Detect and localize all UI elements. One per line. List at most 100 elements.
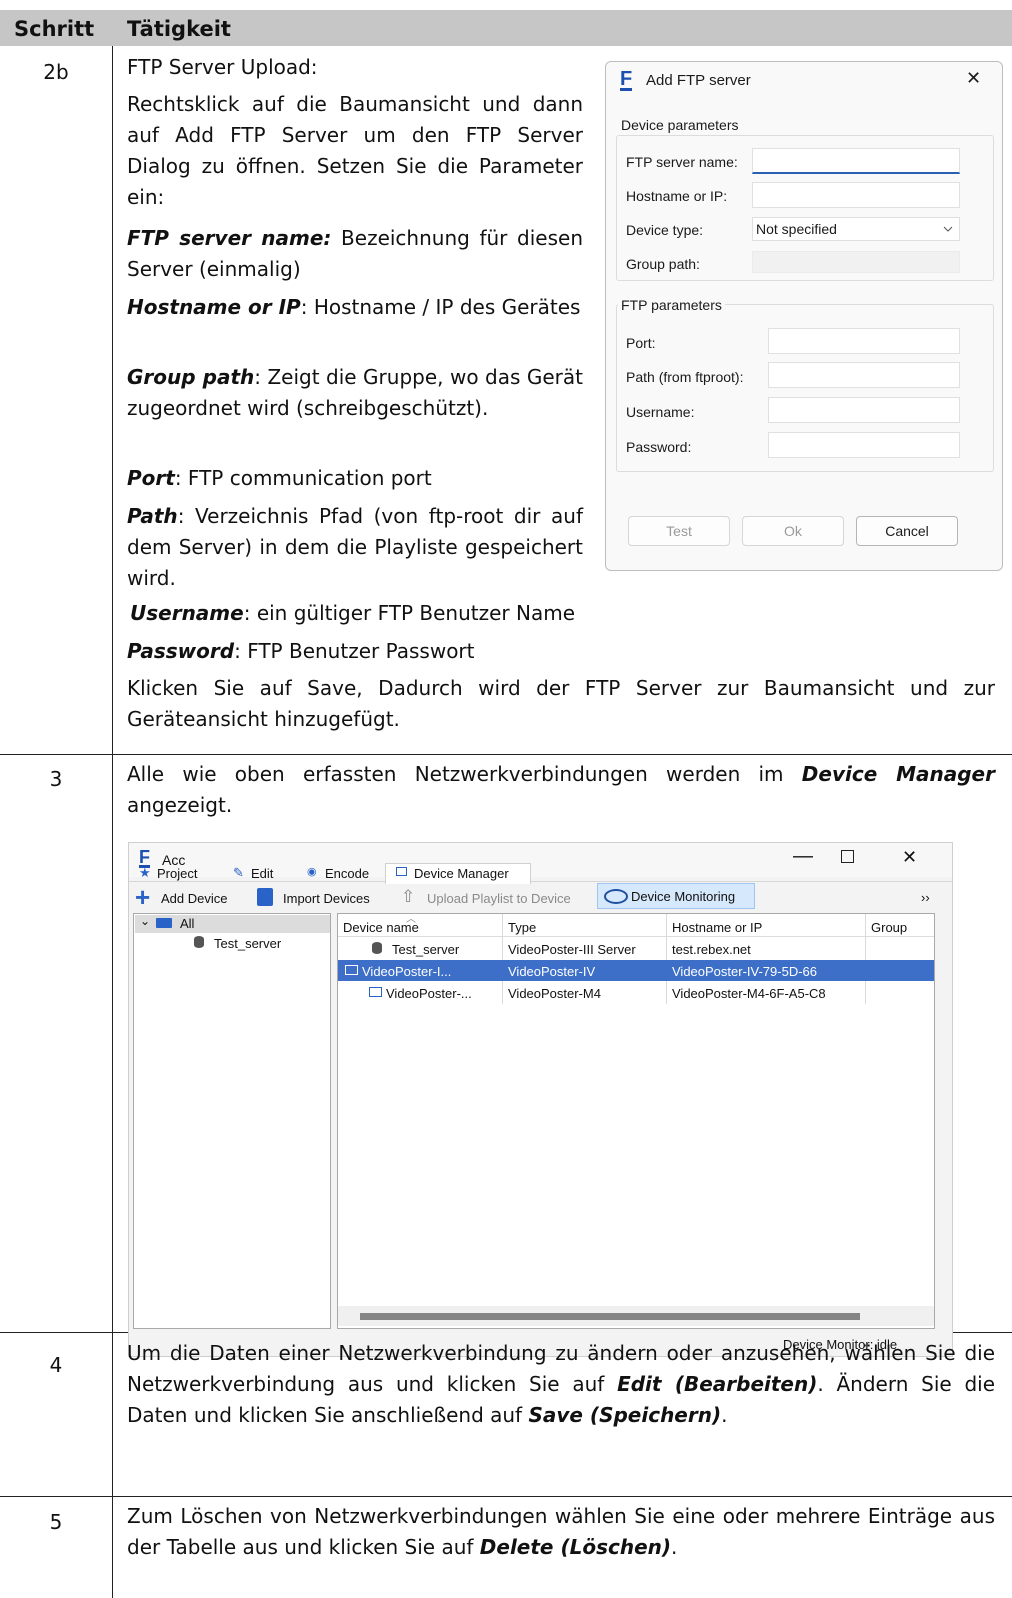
step-5-text: Zum Löschen von Netzwerkverbindungen wäh…	[127, 1501, 995, 1563]
add-device-label: Add Device	[161, 891, 228, 906]
horizontal-scrollbar[interactable]	[338, 1306, 934, 1326]
param-hostname: Hostname or IP: Hostname / IP des Geräte…	[127, 292, 583, 323]
table-row[interactable]: VideoPoster-I... VideoPoster-IV VideoPos…	[338, 960, 934, 981]
step-4-text: Um die Daten einer Netzwerkverbindung zu…	[127, 1338, 995, 1431]
tab-label: Project	[157, 866, 198, 881]
device-type-select[interactable]: Not specified	[752, 217, 960, 241]
step-number: 2b	[43, 60, 69, 84]
step-2b-intro: Rechtsklick auf die Baumansicht und dann…	[127, 92, 583, 209]
ftp-server-name-input[interactable]	[752, 148, 960, 174]
password-label: Password:	[626, 439, 692, 455]
param-password: Password: FTP Benutzer Passwort	[127, 636, 687, 667]
username-input[interactable]	[768, 397, 960, 423]
column-header-type[interactable]: Type	[508, 920, 536, 935]
term: Port	[127, 466, 175, 490]
plus-icon: +	[135, 882, 151, 912]
step-3-text: Alle wie oben erfassten Netzwerkverbindu…	[127, 759, 995, 821]
table-row[interactable]: Test_server VideoPoster-III Server test.…	[364, 938, 934, 959]
database-icon	[372, 942, 382, 954]
device-type-value: Not specified	[756, 221, 837, 237]
close-icon[interactable]: ✕	[902, 847, 917, 868]
monitor-icon	[396, 867, 407, 876]
description: : FTP communication port	[174, 466, 432, 490]
tab-label: Edit	[251, 866, 274, 881]
description: : Verzeichnis Pfad (von ftp-root dir auf…	[127, 504, 583, 590]
device-monitoring-button[interactable]: Device Monitoring	[597, 883, 755, 909]
column-header-hostname[interactable]: Hostname or IP	[672, 920, 762, 935]
row-divider	[0, 1496, 1012, 1497]
param-port: Port: FTP communication port	[127, 463, 597, 494]
device-monitoring-label: Device Monitoring	[631, 889, 736, 904]
group-title: Device parameters	[618, 117, 742, 133]
param-path: Path: Verzeichnis Pfad (von ftp-root dir…	[127, 501, 583, 594]
type-cell: VideoPoster-IV	[508, 964, 596, 979]
close-icon[interactable]: ✕	[966, 68, 981, 89]
term: Save (Speichern)	[528, 1403, 722, 1427]
chevron-down-icon[interactable]: ⌄	[140, 914, 150, 928]
hostname-cell: VideoPoster-M4-6F-A5-C8	[672, 986, 826, 1001]
import-devices-label: Import Devices	[283, 891, 370, 906]
term: Username	[130, 601, 244, 625]
path-input[interactable]	[768, 362, 960, 388]
term: FTP server name:	[127, 226, 332, 250]
step-number: 5	[49, 1510, 63, 1534]
scrollbar-thumb[interactable]	[360, 1313, 860, 1320]
test-button[interactable]: Test	[628, 516, 730, 546]
overflow-chevron-icon[interactable]: ››	[921, 890, 930, 905]
monitor-icon	[369, 987, 382, 997]
step-number: 4	[49, 1353, 63, 1377]
pencil-icon: ✎	[233, 865, 244, 880]
maximize-icon[interactable]	[841, 850, 854, 863]
cancel-button[interactable]: Cancel	[856, 516, 958, 546]
group-title: FTP parameters	[618, 297, 725, 313]
column-header-device-name[interactable]: Device name	[343, 920, 419, 935]
header-activity: Tätigkeit	[127, 17, 231, 41]
password-input[interactable]	[768, 432, 960, 458]
import-icon	[257, 888, 273, 906]
row-divider	[0, 754, 1012, 755]
acc-window: F Acc — ✕ ★ Project ✎ Edit ◉ Encode Devi…	[128, 842, 953, 1357]
upload-icon: ⇧	[401, 887, 416, 906]
folder-icon	[156, 918, 172, 928]
table-row[interactable]: VideoPoster-... VideoPoster-M4 VideoPost…	[364, 982, 934, 1003]
star-icon: ★	[139, 865, 151, 880]
term: Delete (Löschen)	[479, 1535, 672, 1559]
path-label: Path (from ftproot):	[626, 369, 744, 385]
param-username: Username: ein gültiger FTP Benutzer Name	[130, 598, 690, 629]
add-ftp-server-dialog: F Add FTP server ✕ Device parameters FTP…	[605, 61, 1003, 571]
ok-button[interactable]: Ok	[742, 516, 844, 546]
header-step: Schritt	[14, 17, 95, 41]
hostname-cell: VideoPoster-IV-79-5D-66	[672, 964, 818, 979]
dialog-title: Add FTP server	[646, 72, 751, 89]
tabs-divider	[129, 881, 952, 882]
param-group-path: Group path: Zeigt die Gruppe, wo das Ger…	[127, 362, 583, 424]
text: angezeigt.	[127, 793, 233, 817]
port-input[interactable]	[768, 328, 960, 354]
param-ftp-name: FTP server name: Bezeichnung für diesen …	[127, 223, 583, 285]
tab-label: Encode	[325, 866, 370, 881]
text: Alle wie oben erfassten Netzwerkverbindu…	[127, 762, 802, 786]
type-cell: VideoPoster-III Server	[508, 942, 636, 957]
description: : FTP Benutzer Passwort	[234, 639, 475, 663]
device-type-label: Device type:	[626, 222, 704, 238]
device-name-cell: VideoPoster-I...	[362, 964, 452, 979]
minimize-icon[interactable]: —	[793, 845, 813, 868]
eye-icon: ◉	[307, 866, 317, 878]
tab-device-manager[interactable]: Device Manager	[385, 863, 531, 884]
term: Password	[127, 639, 235, 663]
term: Hostname or IP	[127, 295, 301, 319]
device-table: ︿ Device name Type Hostname or IP Group …	[337, 913, 935, 1329]
tab-label: Device Manager	[414, 866, 509, 881]
table-header-row	[338, 914, 934, 937]
monitor-icon	[345, 965, 358, 975]
hostname-input[interactable]	[752, 182, 960, 208]
tree-root-label: All	[180, 916, 195, 931]
description: : Hostname / IP des Gerätes	[300, 295, 581, 319]
tree-item-test-server[interactable]: Test_server	[214, 936, 281, 951]
column-header-group[interactable]: Group	[871, 920, 907, 935]
group-path-input	[752, 251, 960, 273]
table-header: Schritt Tätigkeit	[0, 10, 1012, 46]
step-2b-outro: Klicken Sie auf Save, Dadurch wird der F…	[127, 676, 995, 731]
ftp-server-name-label: FTP server name:	[626, 154, 738, 170]
column-divider	[112, 46, 113, 1598]
